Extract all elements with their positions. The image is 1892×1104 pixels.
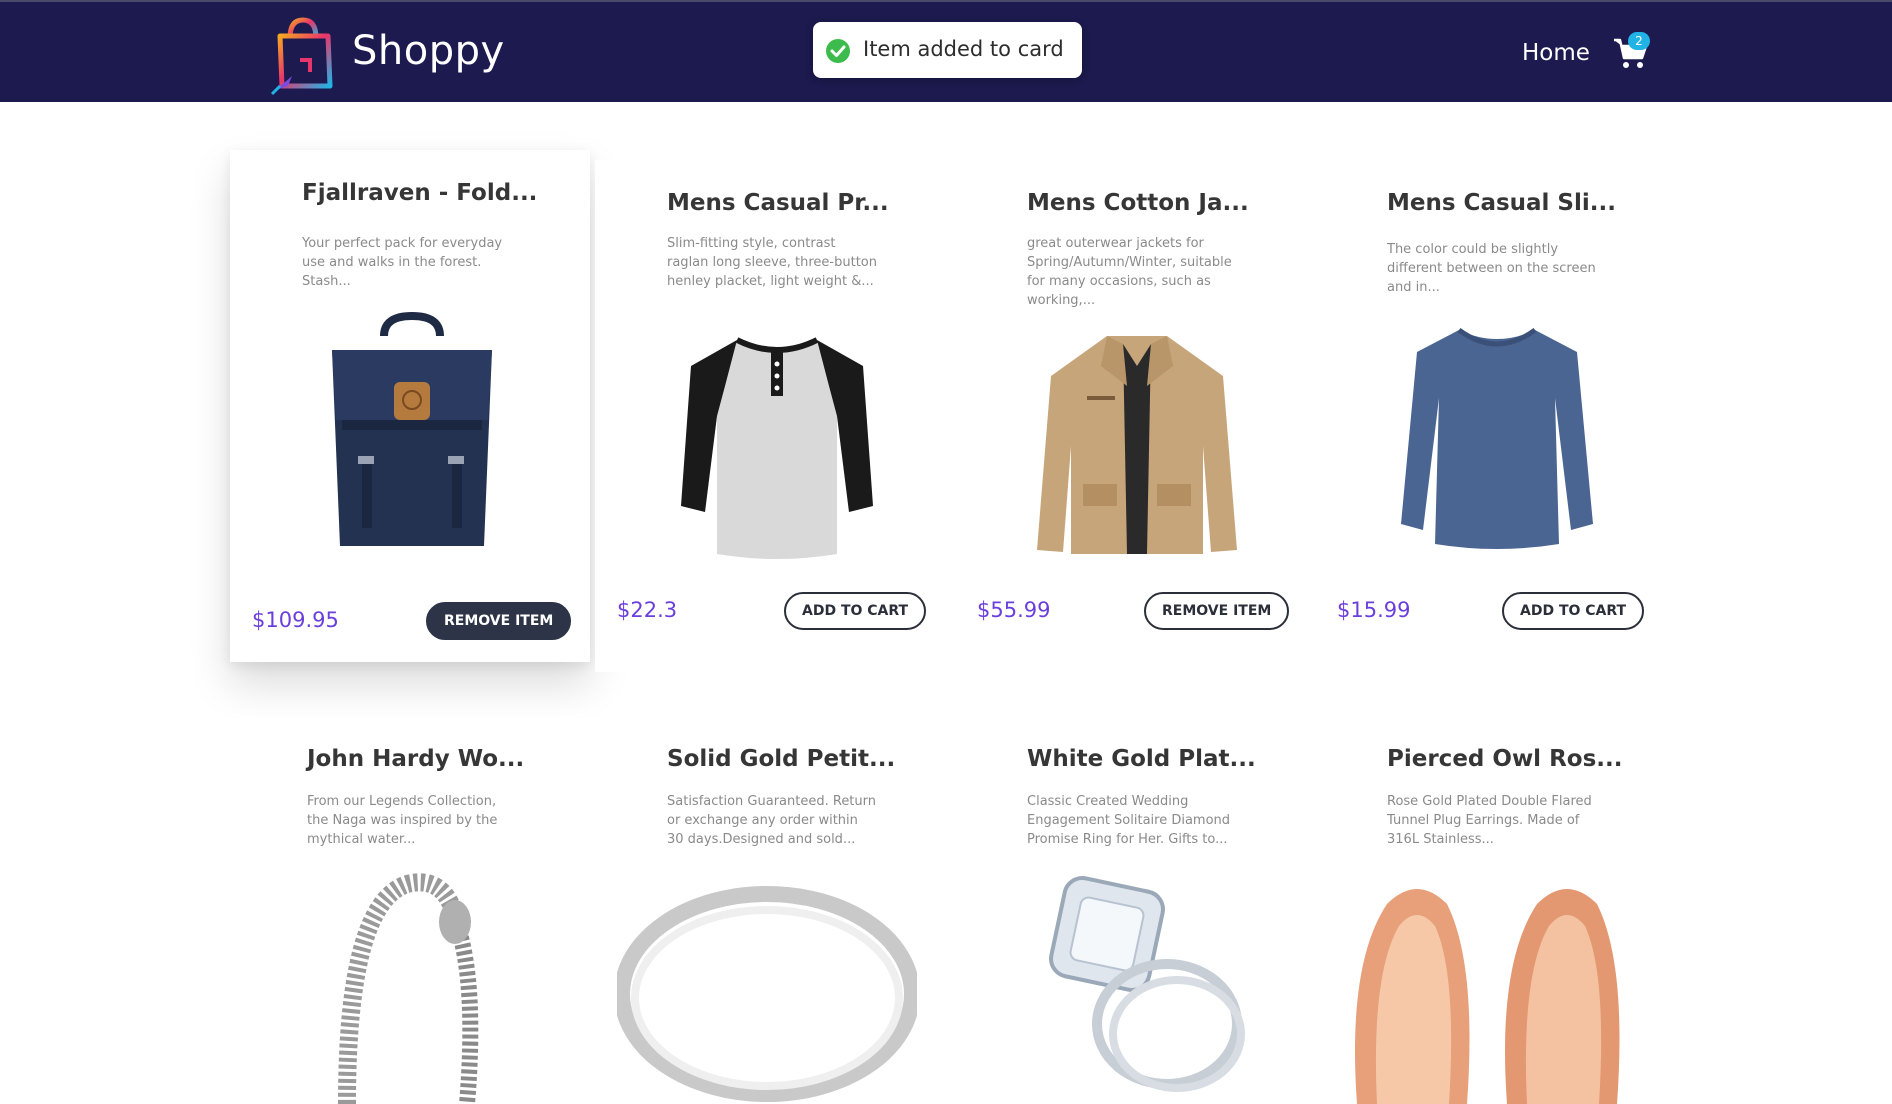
product-title: John Hardy Wo...	[307, 746, 525, 772]
brand-name[interactable]: Shoppy	[352, 28, 505, 74]
product-title: Mens Casual Sli...	[1387, 190, 1616, 216]
add-to-cart-button[interactable]: ADD TO CART	[1502, 592, 1645, 630]
product-description: The color could be slightly different be…	[1387, 242, 1596, 295]
product-price: $55.99	[977, 598, 1051, 622]
product-card[interactable]: Pierced Owl Ros... Rose Gold Plated Doub…	[1315, 718, 1675, 1104]
product-price: $109.95	[252, 608, 339, 632]
product-description: Rose Gold Plated Double Flared Tunnel Pl…	[1387, 794, 1592, 847]
diamond-ring-image	[1049, 876, 1245, 1092]
remove-item-button[interactable]: REMOVE ITEM	[426, 602, 572, 640]
rose-gold-plugs-image	[1355, 889, 1620, 1104]
product-description: Slim-fitting style, contrast raglan long…	[667, 236, 877, 289]
product-description: great outerwear jackets for Spring/Autum…	[1027, 236, 1232, 308]
product-description: Satisfaction Guaranteed. Return or excha…	[667, 794, 877, 847]
product-card[interactable]: Mens Casual Sli... The color could be sl…	[1315, 160, 1675, 672]
check-circle-icon	[826, 39, 850, 63]
toast-message: Item added to card	[863, 37, 1064, 61]
product-title: Mens Cotton Ja...	[1027, 190, 1249, 216]
shoppy-logo-icon[interactable]	[270, 14, 336, 96]
product-card[interactable]: White Gold Plat... Classic Created Weddi…	[955, 718, 1315, 1092]
toast-notification: Item added to card	[813, 22, 1082, 78]
product-card[interactable]: Mens Casual Pr... Slim-fitting style, co…	[595, 160, 955, 672]
product-title: Mens Casual Pr...	[667, 190, 889, 216]
product-title: Fjallraven - Fold...	[302, 180, 538, 206]
product-description: Your perfect pack for everyday use and w…	[302, 236, 503, 289]
product-card[interactable]: Solid Gold Petit... Satisfaction Guarant…	[595, 718, 955, 1102]
product-card[interactable]: John Hardy Wo... From our Legends Collec…	[235, 718, 595, 1104]
backpack-image	[332, 311, 492, 546]
long-sleeve-shirt-image	[1401, 327, 1593, 549]
product-price: $22.3	[617, 598, 678, 622]
silver-ring-image	[617, 886, 917, 1102]
product-card[interactable]: Mens Cotton Ja... great outerwear jacket…	[955, 160, 1315, 672]
product-title: Solid Gold Petit...	[667, 746, 896, 772]
product-description: From our Legends Collection, the Naga wa…	[307, 794, 498, 847]
product-title: White Gold Plat...	[1027, 746, 1256, 772]
nav-home-link[interactable]: Home	[1522, 40, 1590, 66]
product-card[interactable]: Fjallraven - Fold... Your perfect pack f…	[230, 150, 590, 662]
add-to-cart-button[interactable]: ADD TO CART	[784, 592, 927, 630]
cotton-jacket-image	[1037, 336, 1237, 554]
cart-count-badge: 2	[1628, 32, 1650, 50]
henley-shirt-image	[681, 337, 873, 559]
remove-item-button[interactable]: REMOVE ITEM	[1144, 592, 1290, 630]
product-title: Pierced Owl Ros...	[1387, 746, 1623, 772]
product-price: $15.99	[1337, 598, 1411, 622]
dragon-bracelet-image	[338, 873, 479, 1104]
product-description: Classic Created Wedding Engagement Solit…	[1027, 794, 1231, 847]
